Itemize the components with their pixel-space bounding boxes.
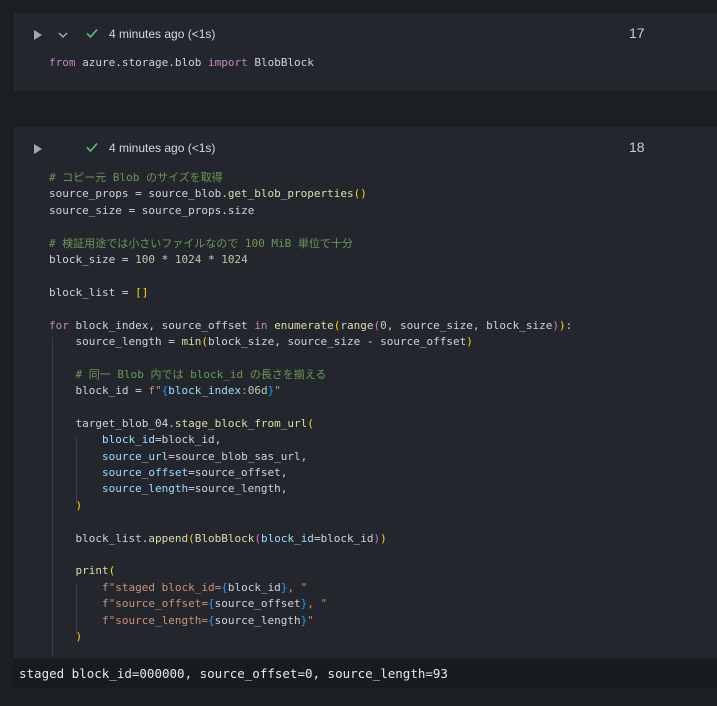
code-line: target_blob_04.stage_block_from_url( xyxy=(49,416,314,430)
code-line: block_size = 100 * 1024 * 1024 xyxy=(49,252,248,266)
execution-count: 17 xyxy=(629,25,645,41)
code-cell-17[interactable]: 4 minutes ago (<1s) 17 from azure.storag… xyxy=(14,13,717,91)
success-check-icon xyxy=(85,139,99,153)
run-icon[interactable] xyxy=(32,26,44,40)
code-line: # 同一 Blob 内では block_id の長さを揃える xyxy=(49,367,327,381)
code-editor[interactable]: # コピー元 Blob のサイズを取得 source_props = source… xyxy=(49,170,572,645)
code-line: block_id=block_id, xyxy=(101,433,222,447)
code-line: ) xyxy=(75,629,83,643)
code-line: source_offset=source_offset, xyxy=(101,466,288,480)
success-check-icon xyxy=(85,25,99,39)
execution-count: 18 xyxy=(629,139,645,155)
code-line: ) xyxy=(75,498,83,512)
cell-output: staged block_id=000000, source_offset=0,… xyxy=(14,659,717,688)
code-line: from azure.storage.blob import BlobBlock xyxy=(49,56,314,69)
code-line: print( xyxy=(75,564,116,578)
code-line: f"source_offset={source_offset}, " xyxy=(101,597,328,611)
cell-toolbar: 4 minutes ago (<1s) 18 xyxy=(15,127,717,165)
code-line: # 検証用途では小さいファイルなので 100 MiB 単位で十分 xyxy=(49,236,353,250)
code-line: f"staged block_id={block_id}, " xyxy=(101,580,308,594)
code-line: block_id = f"{block_index:06d}" xyxy=(49,384,281,398)
code-line: source_size = source_props.size xyxy=(49,203,255,217)
code-line: source_url=source_blob_sas_url, xyxy=(101,449,308,463)
code-cell-18[interactable]: 4 minutes ago (<1s) 18 # コピー元 Blob のサイズを… xyxy=(14,127,717,658)
code-line: source_props = source_blob.get_blob_prop… xyxy=(49,187,367,201)
collapse-chevron-icon[interactable] xyxy=(57,26,69,39)
run-icon[interactable] xyxy=(32,140,44,154)
code-line: source_length = min(block_size, source_s… xyxy=(49,334,473,348)
cell-toolbar: 4 minutes ago (<1s) 17 xyxy=(15,13,717,51)
execution-status: 4 minutes ago (<1s) xyxy=(109,141,216,155)
code-line: for block_index, source_offset in enumer… xyxy=(49,318,573,332)
code-line: block_list.append(BlobBlock(block_id=blo… xyxy=(49,531,387,545)
code-editor[interactable]: from azure.storage.blob import BlobBlock xyxy=(49,55,314,71)
code-line: source_length=source_length, xyxy=(101,482,288,496)
code-line: f"source_length={source_length}" xyxy=(101,613,314,627)
code-line: block_list = [] xyxy=(49,285,149,299)
output-text: staged block_id=000000, source_offset=0,… xyxy=(19,666,448,681)
execution-status: 4 minutes ago (<1s) xyxy=(109,27,216,41)
code-line: # コピー元 Blob のサイズを取得 xyxy=(49,171,223,184)
